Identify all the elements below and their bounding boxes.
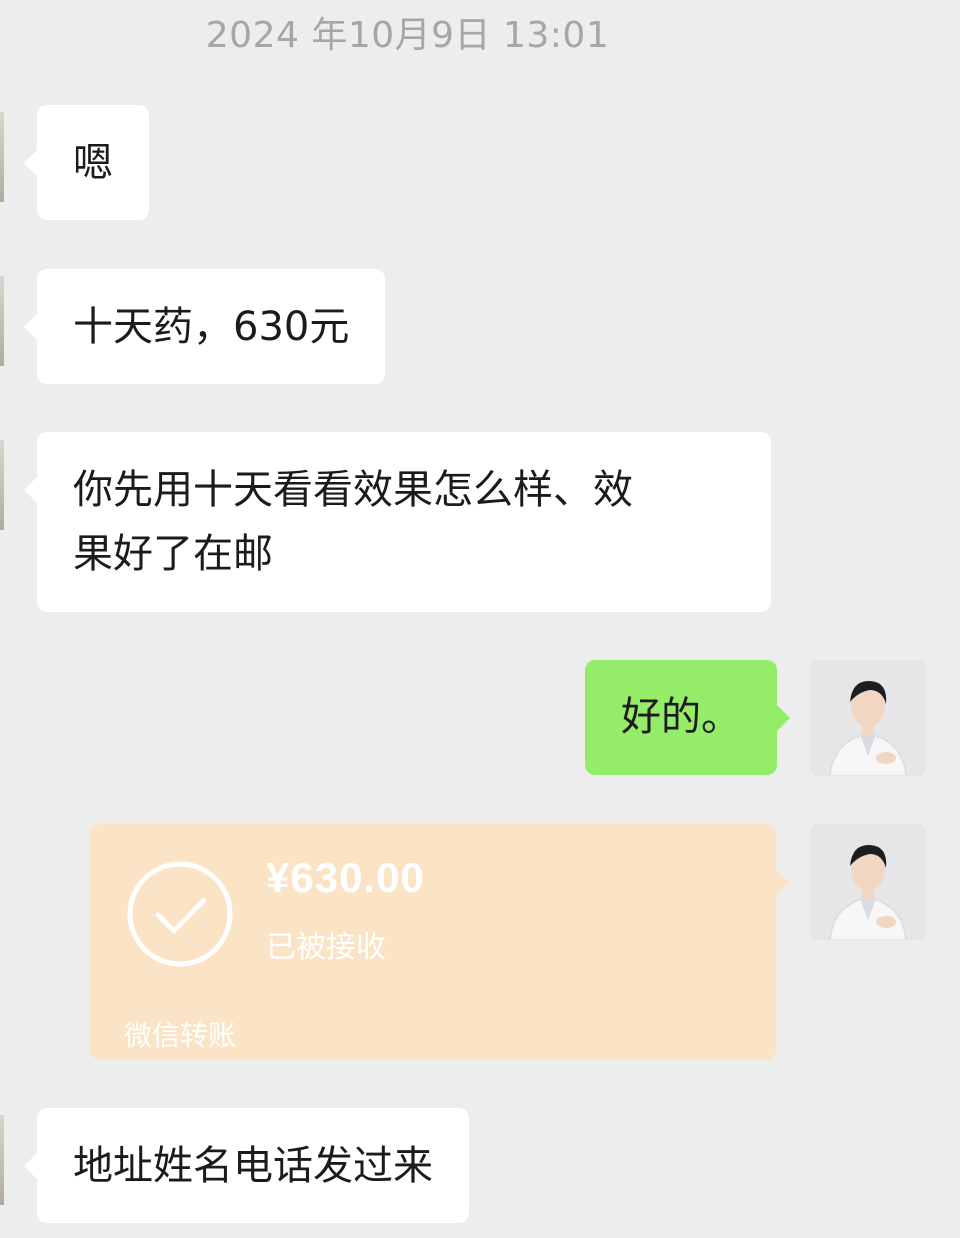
message-bubble-outgoing[interactable]: 好的。 [585,660,790,775]
check-circle-icon [127,861,233,967]
message-bubble-incoming[interactable]: 嗯 [24,105,149,220]
message-bubble-incoming[interactable]: 你先用十天看看效果怎么样、效 果好了在邮 [24,432,771,612]
message-timestamp: 2024 年10月9日 13:01 [205,15,610,56]
message-text: 地址姓名电话发过来 [73,1143,433,1189]
transfer-footer-label: 微信转账 [124,1019,237,1052]
transfer-divider [90,1004,776,1005]
contact-avatar-edge[interactable] [0,440,4,530]
wechat-transfer-card[interactable]: ¥630.00 已被接收 微信转账 [90,824,789,1060]
avatar[interactable] [810,824,926,940]
avatar[interactable] [810,660,926,776]
message-bubble-incoming[interactable]: 地址姓名电话发过来 [24,1108,469,1223]
message-text: 嗯 [73,140,113,186]
transfer-status: 已被接收 [266,930,386,965]
transfer-amount: ¥630.00 [266,854,425,901]
contact-avatar-edge[interactable] [0,112,4,202]
avatar-icon [810,660,926,776]
avatar-icon [810,824,926,940]
message-text: 好的。 [621,694,741,740]
message-text-line: 你先用十天看看效果怎么样、效 [73,467,633,513]
contact-avatar-edge[interactable] [0,1115,4,1205]
contact-avatar-edge[interactable] [0,276,4,366]
message-text: 十天药，630元 [73,304,350,350]
message-text-line: 果好了在邮 [73,531,273,577]
chat-window: 2024 年10月9日 13:01 嗯 十天药，630元 你先用十天看看效果怎么… [0,0,960,1238]
message-bubble-incoming[interactable]: 十天药，630元 [23,269,386,384]
